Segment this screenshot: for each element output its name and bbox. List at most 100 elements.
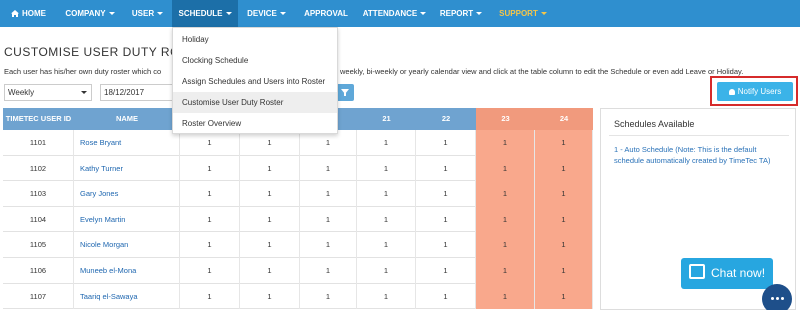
user-name-link[interactable]: Kathy Turner xyxy=(74,155,180,182)
nav-attendance[interactable]: ATTENDANCE xyxy=(357,0,432,27)
schedule-cell[interactable]: 1 xyxy=(357,258,416,284)
table-row: 1104 Evelyn Martin 1 1 1 1 1 1 1 xyxy=(3,206,593,233)
chevron-down-icon xyxy=(108,12,115,16)
column-header-user-id[interactable]: TIMETEC USER ID xyxy=(3,108,74,130)
schedule-cell[interactable]: 1 xyxy=(357,155,416,182)
nav-support-label: SUPPORT xyxy=(499,9,538,18)
schedule-cell[interactable]: 1 xyxy=(240,232,300,258)
column-header-day-23[interactable]: 23 xyxy=(476,108,535,130)
schedule-cell[interactable]: 1 xyxy=(476,130,535,156)
column-header-day-22[interactable]: 22 xyxy=(416,108,476,130)
schedule-cell[interactable]: 1 xyxy=(240,283,300,310)
dot-icon xyxy=(776,297,779,300)
schedule-cell[interactable]: 1 xyxy=(535,181,593,207)
schedule-cell[interactable]: 1 xyxy=(180,206,240,233)
schedule-cell[interactable]: 1 xyxy=(300,258,357,284)
user-id-cell: 1102 xyxy=(3,155,74,182)
schedule-cell[interactable]: 1 xyxy=(416,130,476,156)
schedule-cell[interactable]: 1 xyxy=(180,283,240,310)
nav-device[interactable]: DEVICE xyxy=(238,0,295,27)
notify-users-button[interactable]: Notify Users xyxy=(717,82,793,101)
schedule-cell[interactable]: 1 xyxy=(476,206,535,233)
schedule-item-link[interactable]: 1 - Auto Schedule (Note: This is the def… xyxy=(614,144,784,166)
column-header-name[interactable]: NAME xyxy=(74,108,180,130)
schedule-cell[interactable]: 1 xyxy=(180,155,240,182)
dot-icon xyxy=(771,297,774,300)
schedule-cell[interactable]: 1 xyxy=(300,232,357,258)
chat-now-button[interactable]: Chat now! xyxy=(681,258,773,289)
chat-bubble-button[interactable] xyxy=(762,284,792,310)
page-description-continued: weekly, bi-weekly or yearly calendar vie… xyxy=(340,67,746,76)
nav-report[interactable]: REPORT xyxy=(432,0,490,27)
schedule-cell[interactable]: 1 xyxy=(416,181,476,207)
user-id-cell: 1103 xyxy=(3,181,74,207)
nav-user[interactable]: USER xyxy=(123,0,172,27)
user-name-link[interactable]: Nicole Morgan xyxy=(74,232,180,258)
top-navbar: HOME COMPANY USER SCHEDULE DEVICE APPROV… xyxy=(0,0,800,27)
schedule-cell[interactable]: 1 xyxy=(476,181,535,207)
nav-attendance-label: ATTENDANCE xyxy=(362,9,418,18)
schedule-cell[interactable]: 1 xyxy=(476,258,535,284)
schedule-cell[interactable]: 1 xyxy=(476,283,535,310)
user-name-link[interactable]: Taariq el-Sawaya xyxy=(74,283,180,310)
user-id-cell: 1105 xyxy=(3,232,74,258)
schedule-cell[interactable]: 1 xyxy=(300,206,357,233)
nav-schedule[interactable]: SCHEDULE xyxy=(172,0,238,27)
menu-item-customise-roster[interactable]: Customise User Duty Roster xyxy=(173,92,337,113)
schedule-cell[interactable]: 1 xyxy=(535,155,593,182)
menu-item-clocking-schedule[interactable]: Clocking Schedule xyxy=(173,50,337,71)
schedule-cell[interactable]: 1 xyxy=(240,258,300,284)
nav-support[interactable]: SUPPORT xyxy=(490,0,556,27)
schedule-cell[interactable]: 1 xyxy=(416,258,476,284)
schedule-cell[interactable]: 1 xyxy=(535,258,593,284)
schedule-cell[interactable]: 1 xyxy=(535,130,593,156)
nav-report-label: REPORT xyxy=(439,9,474,18)
schedule-cell[interactable]: 1 xyxy=(357,206,416,233)
schedule-cell[interactable]: 1 xyxy=(416,232,476,258)
schedule-cell[interactable]: 1 xyxy=(416,283,476,310)
nav-company[interactable]: COMPANY xyxy=(57,0,123,27)
schedule-cell[interactable]: 1 xyxy=(535,206,593,233)
menu-item-roster-overview[interactable]: Roster Overview xyxy=(173,113,337,134)
column-header-day-24[interactable]: 24 xyxy=(535,108,593,130)
table-row: 1103 Gary Jones 1 1 1 1 1 1 1 xyxy=(3,181,593,207)
schedule-cell[interactable]: 1 xyxy=(416,155,476,182)
schedule-cell[interactable]: 1 xyxy=(180,232,240,258)
nav-approval[interactable]: APPROVAL xyxy=(295,0,357,27)
schedule-cell[interactable]: 1 xyxy=(300,283,357,310)
schedule-cell[interactable]: 1 xyxy=(416,206,476,233)
schedule-cell[interactable]: 1 xyxy=(357,130,416,156)
schedule-cell[interactable]: 1 xyxy=(476,155,535,182)
menu-item-holiday[interactable]: Holiday xyxy=(173,29,337,50)
schedule-cell[interactable]: 1 xyxy=(180,258,240,284)
schedule-cell[interactable]: 1 xyxy=(476,232,535,258)
filter-button[interactable] xyxy=(336,84,354,101)
date-input[interactable]: 18/12/2017 xyxy=(100,84,174,101)
view-select[interactable]: Weekly xyxy=(4,84,92,101)
schedule-cell[interactable]: 1 xyxy=(535,232,593,258)
schedule-cell[interactable]: 1 xyxy=(240,155,300,182)
schedule-cell[interactable]: 1 xyxy=(180,181,240,207)
user-id-cell: 1106 xyxy=(3,258,74,284)
menu-item-assign-schedules[interactable]: Assign Schedules and Users into Roster xyxy=(173,71,337,92)
user-id-cell: 1107 xyxy=(3,283,74,310)
user-name-link[interactable]: Muneeb el-Mona xyxy=(74,258,180,284)
schedule-cell[interactable]: 1 xyxy=(357,283,416,310)
notify-users-label: Notify Users xyxy=(737,87,782,96)
date-input-value: 18/12/2017 xyxy=(104,88,145,97)
user-name-link[interactable]: Evelyn Martin xyxy=(74,206,180,233)
user-name-link[interactable]: Gary Jones xyxy=(74,181,180,207)
column-header-day-21[interactable]: 21 xyxy=(357,108,416,130)
schedule-cell[interactable]: 1 xyxy=(357,181,416,207)
chat-icon xyxy=(689,264,705,279)
nav-approval-label: APPROVAL xyxy=(304,9,348,18)
user-name-link[interactable]: Rose Bryant xyxy=(74,130,180,156)
schedule-cell[interactable]: 1 xyxy=(535,283,593,310)
schedule-cell[interactable]: 1 xyxy=(300,155,357,182)
nav-home[interactable]: HOME xyxy=(0,0,57,27)
schedule-cell[interactable]: 1 xyxy=(300,181,357,207)
table-row: 1105 Nicole Morgan 1 1 1 1 1 1 1 xyxy=(3,232,593,258)
schedule-cell[interactable]: 1 xyxy=(240,206,300,233)
schedule-cell[interactable]: 1 xyxy=(357,232,416,258)
schedule-cell[interactable]: 1 xyxy=(240,181,300,207)
